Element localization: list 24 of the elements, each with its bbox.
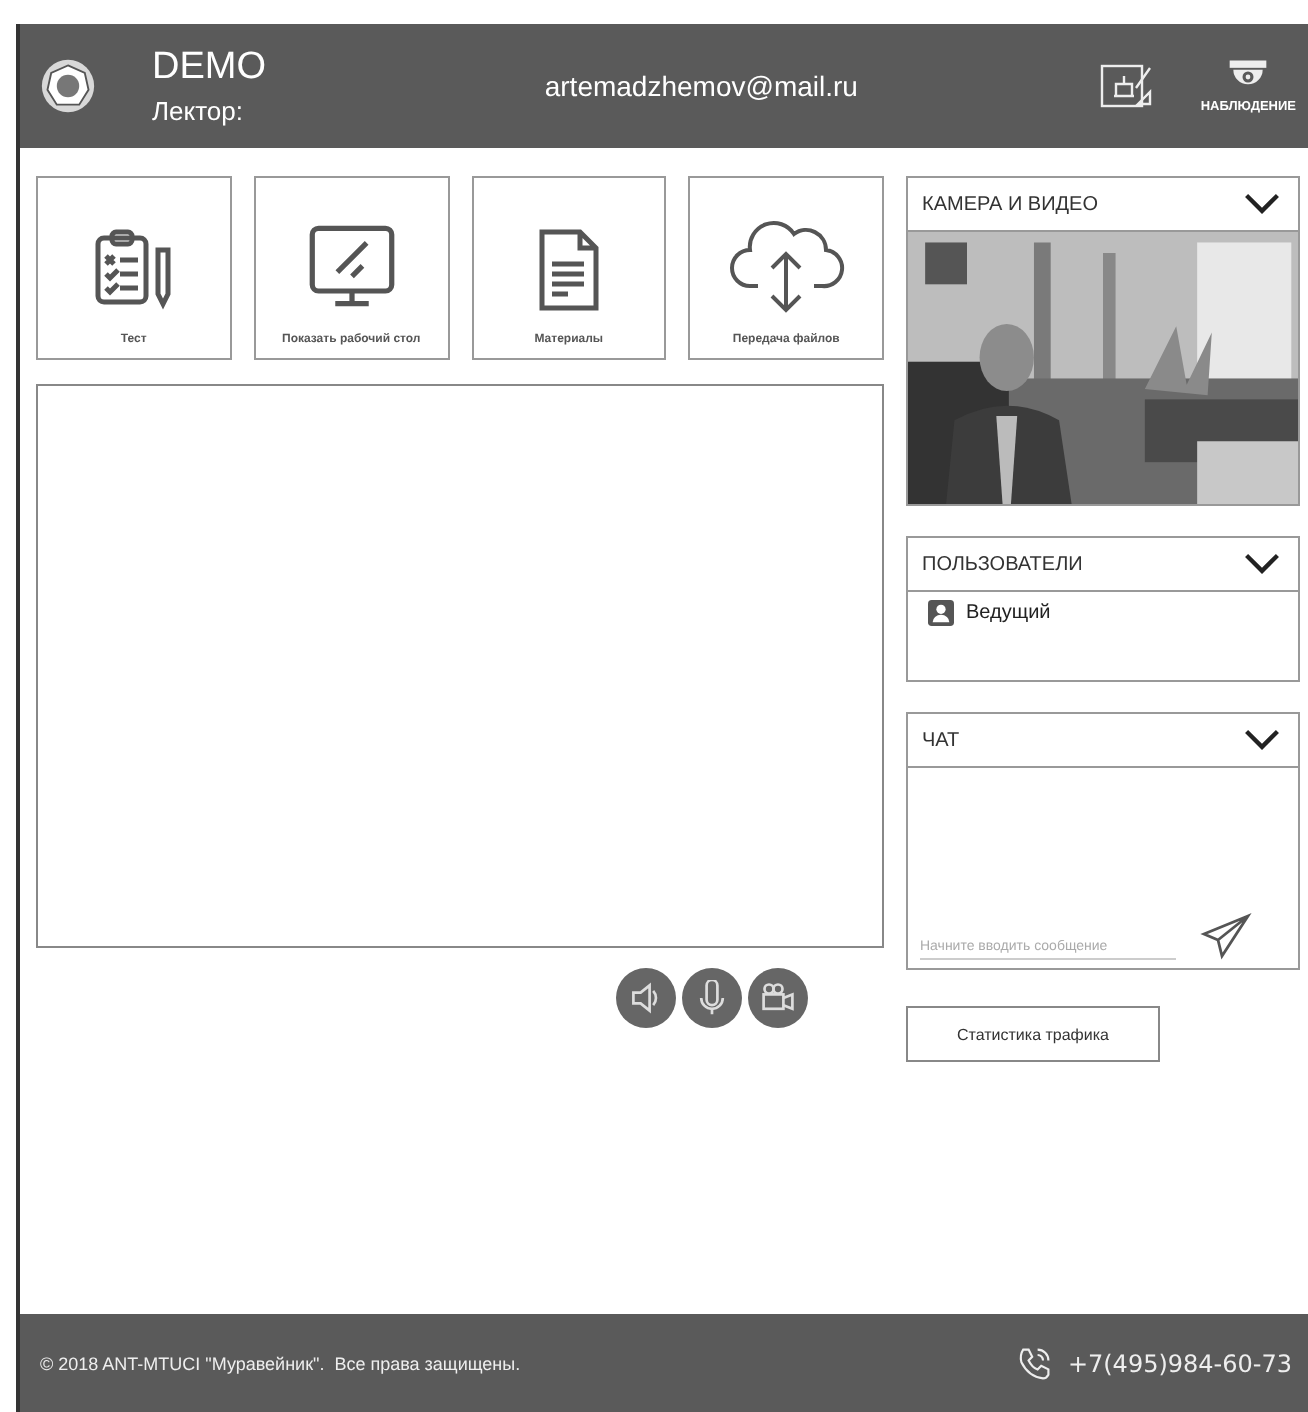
media-button[interactable] (682, 968, 742, 1028)
blueprint-icon[interactable] (1096, 60, 1157, 112)
chevron-down-icon[interactable] (1242, 728, 1282, 752)
chevron-down-icon[interactable] (1242, 192, 1282, 216)
microphone-icon (694, 980, 730, 1016)
send-icon[interactable] (1200, 912, 1252, 960)
traffic-stats-button[interactable]: Статистика трафика (906, 1006, 1160, 1062)
lecturer-label: Лектор: (152, 96, 245, 126)
phone-number: +7(495)984-60-73 (1067, 1349, 1292, 1377)
user-name[interactable]: Ведущий (966, 602, 1051, 624)
cloud-upload-icon (726, 218, 847, 314)
user-email: artemadzhemov@mail.ru (544, 70, 858, 102)
course-title: DEMO (152, 46, 266, 90)
chevron-down-icon[interactable] (1242, 552, 1282, 576)
panel-title: ЧАТ (922, 729, 960, 751)
phone-icon (1015, 1345, 1052, 1381)
user-icon (928, 600, 954, 626)
emblem-logo-icon (40, 58, 96, 114)
copyright-text: © 2018 ANT-MTUCI "Муравейник". Все права защищены. (40, 1353, 521, 1373)
panel-title: ПОЛЬЗОВАТЕЛИ (922, 553, 1083, 575)
media-button[interactable] (616, 968, 676, 1028)
media-button[interactable] (748, 968, 808, 1028)
video-camera-icon (760, 980, 796, 1016)
panel-title: КАМЕРА И ВИДЕО (922, 193, 1098, 215)
